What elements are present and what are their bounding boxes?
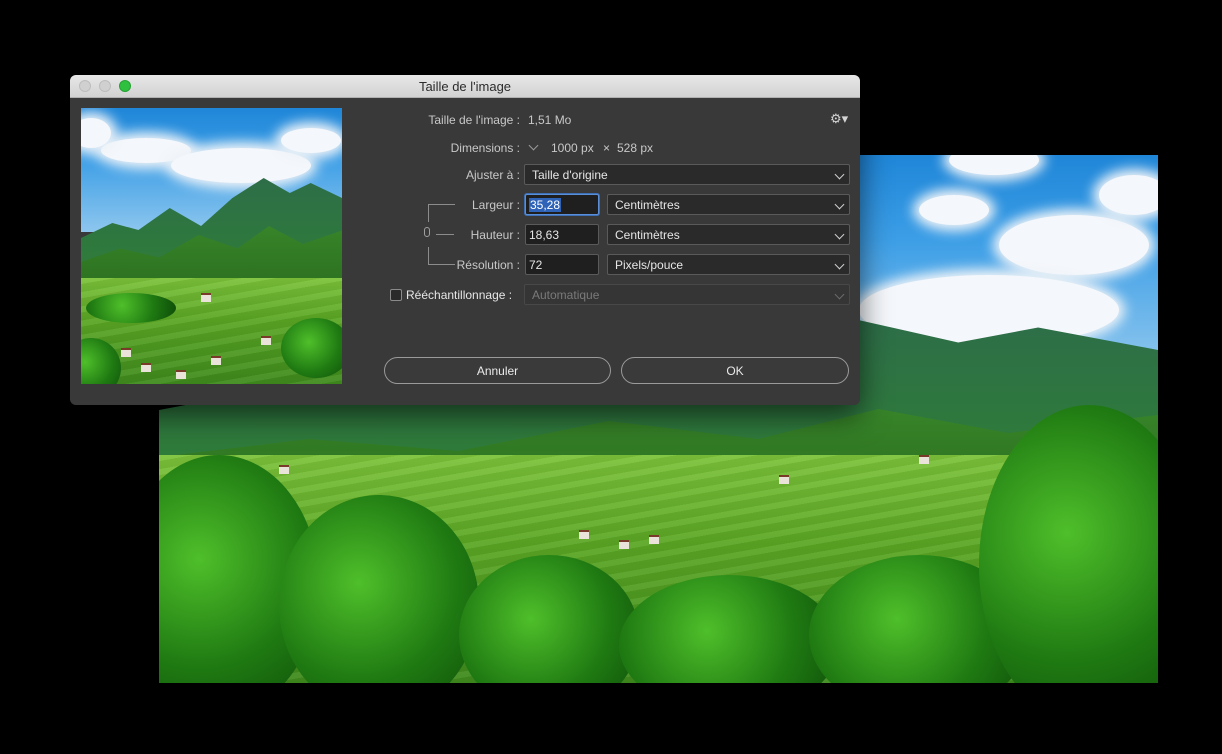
width-field[interactable]: 35,28: [525, 194, 599, 215]
image-size-dialog: Taille de l'image Taille de l'image : 1,…: [70, 75, 860, 405]
resample-select: Automatique: [524, 284, 850, 305]
resolution-field[interactable]: 72: [525, 254, 599, 275]
chevron-down-icon: [834, 289, 845, 300]
image-preview[interactable]: [81, 108, 342, 384]
height-value: 18,63: [529, 228, 560, 242]
resolution-value: 72: [529, 258, 543, 272]
width-value: 35,28: [529, 198, 562, 212]
resample-checkbox[interactable]: [390, 289, 402, 301]
resample-label: Rééchantillonnage :: [406, 288, 513, 302]
width-unit-value: Centimètres: [615, 198, 680, 212]
fit-to-select[interactable]: Taille d'origine: [524, 164, 850, 185]
dialog-title: Taille de l'image: [418, 79, 512, 94]
chevron-down-icon: [834, 229, 845, 240]
dimensions-width: 1000 px: [551, 141, 594, 155]
width-unit-select[interactable]: Centimètres: [607, 194, 850, 215]
resolution-label: Résolution :: [456, 258, 520, 272]
image-size-value: 1,51 Mo: [528, 113, 572, 127]
resolution-unit-value: Pixels/pouce: [615, 258, 684, 272]
height-unit-value: Centimètres: [615, 228, 680, 242]
chevron-down-icon: [834, 169, 845, 180]
chevron-down-icon: [834, 199, 845, 210]
cancel-button[interactable]: Annuler: [384, 357, 611, 384]
title-bar[interactable]: Taille de l'image: [70, 75, 860, 98]
height-label: Hauteur :: [470, 228, 520, 242]
gear-icon[interactable]: ⚙▾: [830, 111, 848, 127]
dimensions-height: 528 px: [617, 141, 654, 155]
chevron-down-icon: [834, 259, 845, 270]
ok-button[interactable]: OK: [621, 357, 849, 384]
image-size-label: Taille de l'image :: [428, 113, 520, 127]
resolution-unit-select[interactable]: Pixels/pouce: [607, 254, 850, 275]
dimensions-label: Dimensions :: [450, 141, 520, 155]
chain-link-icon[interactable]: [424, 227, 430, 237]
width-label: Largeur :: [471, 198, 520, 212]
height-field[interactable]: 18,63: [525, 224, 599, 245]
height-unit-select[interactable]: Centimètres: [607, 224, 850, 245]
fit-to-value: Taille d'origine: [532, 168, 608, 182]
fit-to-label: Ajuster à :: [465, 168, 520, 182]
dimensions-times: ×: [603, 141, 611, 155]
resample-value: Automatique: [532, 288, 600, 302]
chevron-down-icon[interactable]: [528, 140, 539, 151]
